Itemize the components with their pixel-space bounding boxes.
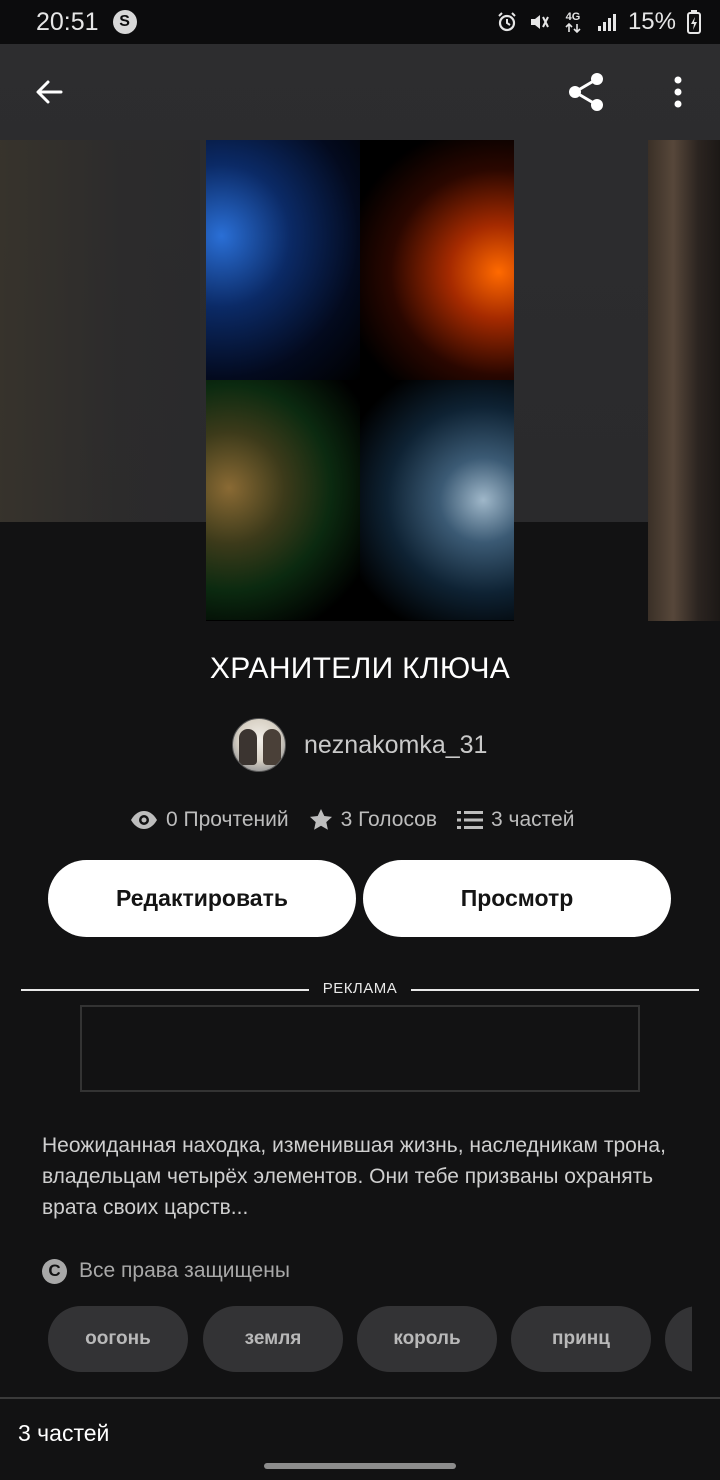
author-avatar	[232, 718, 286, 772]
more-options-button[interactable]	[650, 64, 706, 120]
network-label: 4G	[565, 10, 581, 23]
network-4g-icon: 4G	[560, 11, 586, 33]
next-story-cover[interactable]	[648, 140, 720, 621]
tag-chip[interactable]: принц	[511, 1306, 651, 1372]
tag-chip[interactable]: оогонь	[48, 1306, 188, 1372]
home-indicator[interactable]	[264, 1463, 456, 1469]
back-button[interactable]	[21, 64, 77, 120]
star-icon	[309, 809, 332, 830]
more-vertical-icon	[674, 76, 682, 108]
parts-stat: 3 частей	[457, 808, 574, 832]
cover-air-element	[360, 380, 514, 620]
section-divider	[0, 1397, 720, 1399]
parts-count-stat: 3 частей	[491, 808, 575, 831]
share-icon	[569, 73, 603, 111]
tag-chip[interactable]: земля	[203, 1306, 343, 1372]
app-notification-icon: S	[112, 10, 137, 34]
votes-count: 3 Голосов	[340, 808, 438, 831]
ad-divider-left	[21, 989, 309, 991]
author-name: neznakomka_31	[304, 730, 488, 759]
signal-icon	[596, 11, 618, 33]
mute-icon	[528, 11, 550, 33]
cover-fire-element	[360, 140, 514, 380]
cover-earth-element	[206, 380, 360, 620]
ad-slot[interactable]	[80, 1005, 640, 1092]
reads-count: 0 Прочтений	[166, 808, 289, 831]
story-description: Неожиданная находка, изменившая жизнь, н…	[42, 1134, 666, 1219]
story-details-screen: 20:51 S 4G 15% ХРАНИТЕЛИ КЛЮЧА neznakomk…	[0, 0, 720, 1480]
edit-button[interactable]: Редактировать	[48, 860, 356, 937]
copyright-text: Все права защищены	[79, 1259, 290, 1282]
copyright-icon: C	[42, 1258, 67, 1284]
previous-cover-blur	[0, 140, 200, 522]
share-button[interactable]	[558, 64, 614, 120]
status-time: 20:51	[36, 7, 99, 36]
list-icon	[457, 811, 484, 829]
tag-chip[interactable]: король	[357, 1306, 497, 1372]
back-arrow-icon	[36, 80, 63, 104]
copyright-notice: C Все права защищены	[42, 1256, 290, 1286]
eye-icon	[131, 811, 157, 829]
status-bar: 20:51 S 4G 15%	[0, 0, 720, 44]
ad-divider-right	[411, 989, 699, 991]
status-icons: 4G 15%	[496, 8, 702, 36]
story-stats: 0 Прочтений 3 Голосов 3 частей	[130, 802, 574, 838]
author-link[interactable]: neznakomka_31	[232, 718, 487, 772]
cover-water-element	[206, 140, 360, 380]
reads-stat: 0 Прочтений	[130, 808, 289, 832]
battery-percent: 15%	[627, 8, 676, 35]
story-title: ХРАНИТЕЛИ КЛЮЧА	[209, 652, 511, 685]
ad-label: РЕКЛАМА	[322, 980, 398, 997]
top-toolbar	[0, 44, 720, 140]
story-cover-image[interactable]	[206, 140, 514, 621]
alarm-icon	[496, 11, 518, 33]
tag-list: оогонь земля король принц	[48, 1306, 692, 1372]
tag-chip-overflow[interactable]	[665, 1306, 692, 1372]
votes-stat: 3 Голосов	[309, 808, 437, 832]
battery-charging-icon	[686, 10, 702, 34]
preview-button[interactable]: Просмотр	[363, 860, 671, 937]
parts-list-header[interactable]: 3 частей	[18, 1420, 109, 1447]
